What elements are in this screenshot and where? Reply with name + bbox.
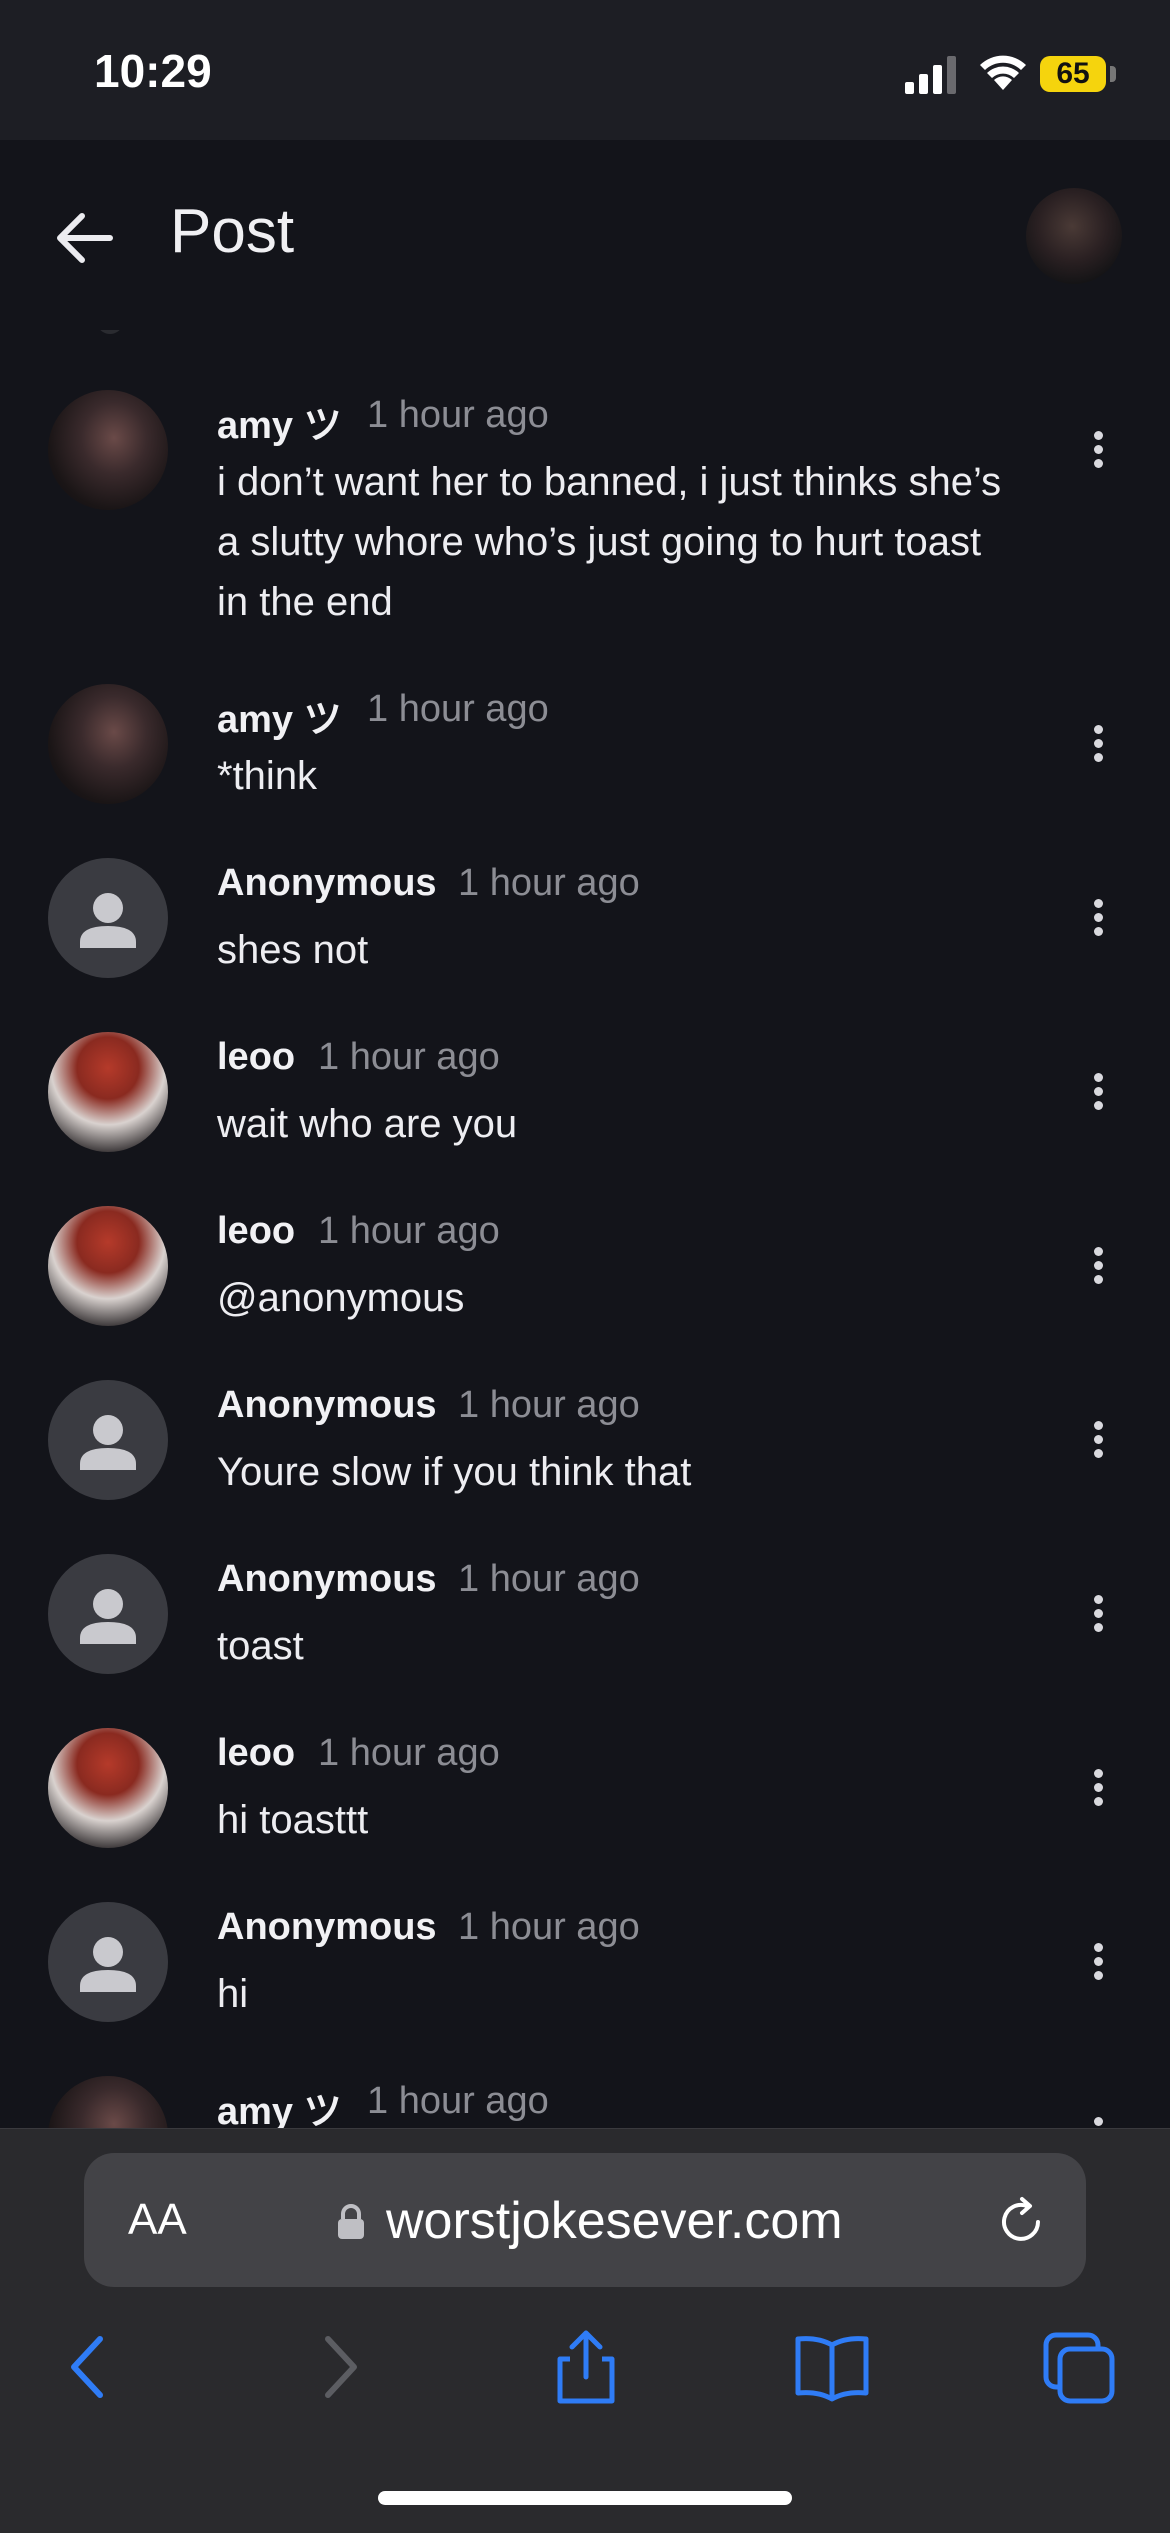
more-options-icon[interactable] (1080, 720, 1116, 780)
person-icon (80, 1589, 136, 1644)
back-icon[interactable] (48, 2327, 128, 2407)
comment-author[interactable]: leoo (217, 1210, 295, 1253)
page-header: Post (0, 140, 1170, 330)
comment-text: shes not (217, 928, 369, 972)
comment-text: hi (217, 1972, 249, 2016)
avatar[interactable] (48, 1032, 168, 1152)
comment-timestamp: 1 hour ago (367, 394, 549, 436)
comment-timestamp: 1 hour ago (458, 862, 640, 904)
more-options-icon[interactable] (1080, 1242, 1116, 1302)
comment-author[interactable]: Anonymous (217, 1906, 437, 1949)
comment-text: hi toasttt (217, 1798, 369, 1842)
cellular-signal-icon (905, 56, 956, 94)
comment-author[interactable]: leoo (217, 1036, 295, 1079)
more-options-icon[interactable] (1080, 1068, 1116, 1128)
person-icon (80, 1937, 136, 1992)
status-time: 10:29 (94, 45, 212, 97)
tabs-icon[interactable] (1038, 2327, 1118, 2407)
comment-author[interactable]: leoo (217, 1732, 295, 1775)
page-title: Post (170, 197, 295, 266)
bookmarks-icon[interactable] (792, 2327, 872, 2407)
comment-text: @anonymous (217, 1276, 465, 1320)
avatar[interactable] (48, 1902, 168, 2022)
text-size-button[interactable]: AA (128, 2195, 187, 2245)
forward-icon[interactable] (300, 2327, 380, 2407)
comment-timestamp: 1 hour ago (458, 1906, 640, 1948)
comment-timestamp: 1 hour ago (318, 1036, 500, 1078)
avatar[interactable] (48, 390, 168, 510)
comment-author[interactable]: Anonymous (217, 1558, 437, 1601)
wifi-icon (980, 55, 1026, 90)
home-indicator (378, 2491, 792, 2505)
more-options-icon[interactable] (1080, 1764, 1116, 1824)
battery-tip (1110, 66, 1116, 82)
comment-author[interactable]: amy ツ (217, 688, 342, 743)
back-arrow-icon[interactable] (52, 206, 116, 270)
comment-author[interactable]: Anonymous (217, 1384, 437, 1427)
comment-text: Youre slow if you think that (217, 1450, 692, 1494)
comment-timestamp: 1 hour ago (367, 2080, 549, 2122)
more-options-icon[interactable] (1080, 426, 1116, 486)
comment-timestamp: 1 hour ago (458, 1558, 640, 1600)
comment-timestamp: 1 hour ago (458, 1384, 640, 1426)
browser-toolbar: AA worstjokesever.com (0, 2128, 1170, 2533)
more-options-icon[interactable] (1080, 1416, 1116, 1476)
avatar[interactable] (48, 2076, 168, 2128)
avatar[interactable] (48, 1206, 168, 1326)
address-bar[interactable]: AA worstjokesever.com (84, 2153, 1086, 2287)
comment-timestamp: 1 hour ago (367, 688, 549, 730)
more-options-icon[interactable] (1080, 894, 1116, 954)
lock-icon (338, 2204, 364, 2239)
reload-icon[interactable] (994, 2195, 1048, 2249)
avatar[interactable] (48, 858, 168, 978)
share-icon[interactable] (546, 2327, 626, 2407)
comment-text: *think (217, 754, 318, 798)
more-options-icon[interactable] (1080, 1938, 1116, 1998)
person-icon (80, 893, 136, 948)
comment-author[interactable]: amy ツ (217, 2080, 342, 2128)
avatar[interactable] (48, 684, 168, 804)
comment-text: wait who are you (217, 1102, 518, 1146)
comment-author[interactable]: Anonymous (217, 862, 437, 905)
more-options-icon[interactable] (1080, 2112, 1116, 2128)
comments-feed[interactable]: amy ツ 1 hour ago i don’t want her to ban… (0, 330, 1170, 2128)
comment-timestamp: 1 hour ago (318, 1210, 500, 1252)
comment-text: i don’t want her to banned, i just think… (217, 460, 1002, 624)
avatar[interactable] (48, 1728, 168, 1848)
avatar[interactable] (48, 1554, 168, 1674)
comment-text: toast (217, 1624, 304, 1668)
status-bar: 10:29 65 (0, 0, 1170, 140)
battery-icon: 65 (1040, 56, 1106, 92)
person-icon (80, 1415, 136, 1470)
user-avatar[interactable] (1026, 188, 1122, 284)
more-options-icon[interactable] (1080, 1590, 1116, 1650)
comment-timestamp: 1 hour ago (318, 1732, 500, 1774)
avatar[interactable] (48, 1380, 168, 1500)
avatar (90, 330, 130, 334)
url-text[interactable]: worstjokesever.com (386, 2191, 843, 2251)
comment-author[interactable]: amy ツ (217, 394, 342, 449)
